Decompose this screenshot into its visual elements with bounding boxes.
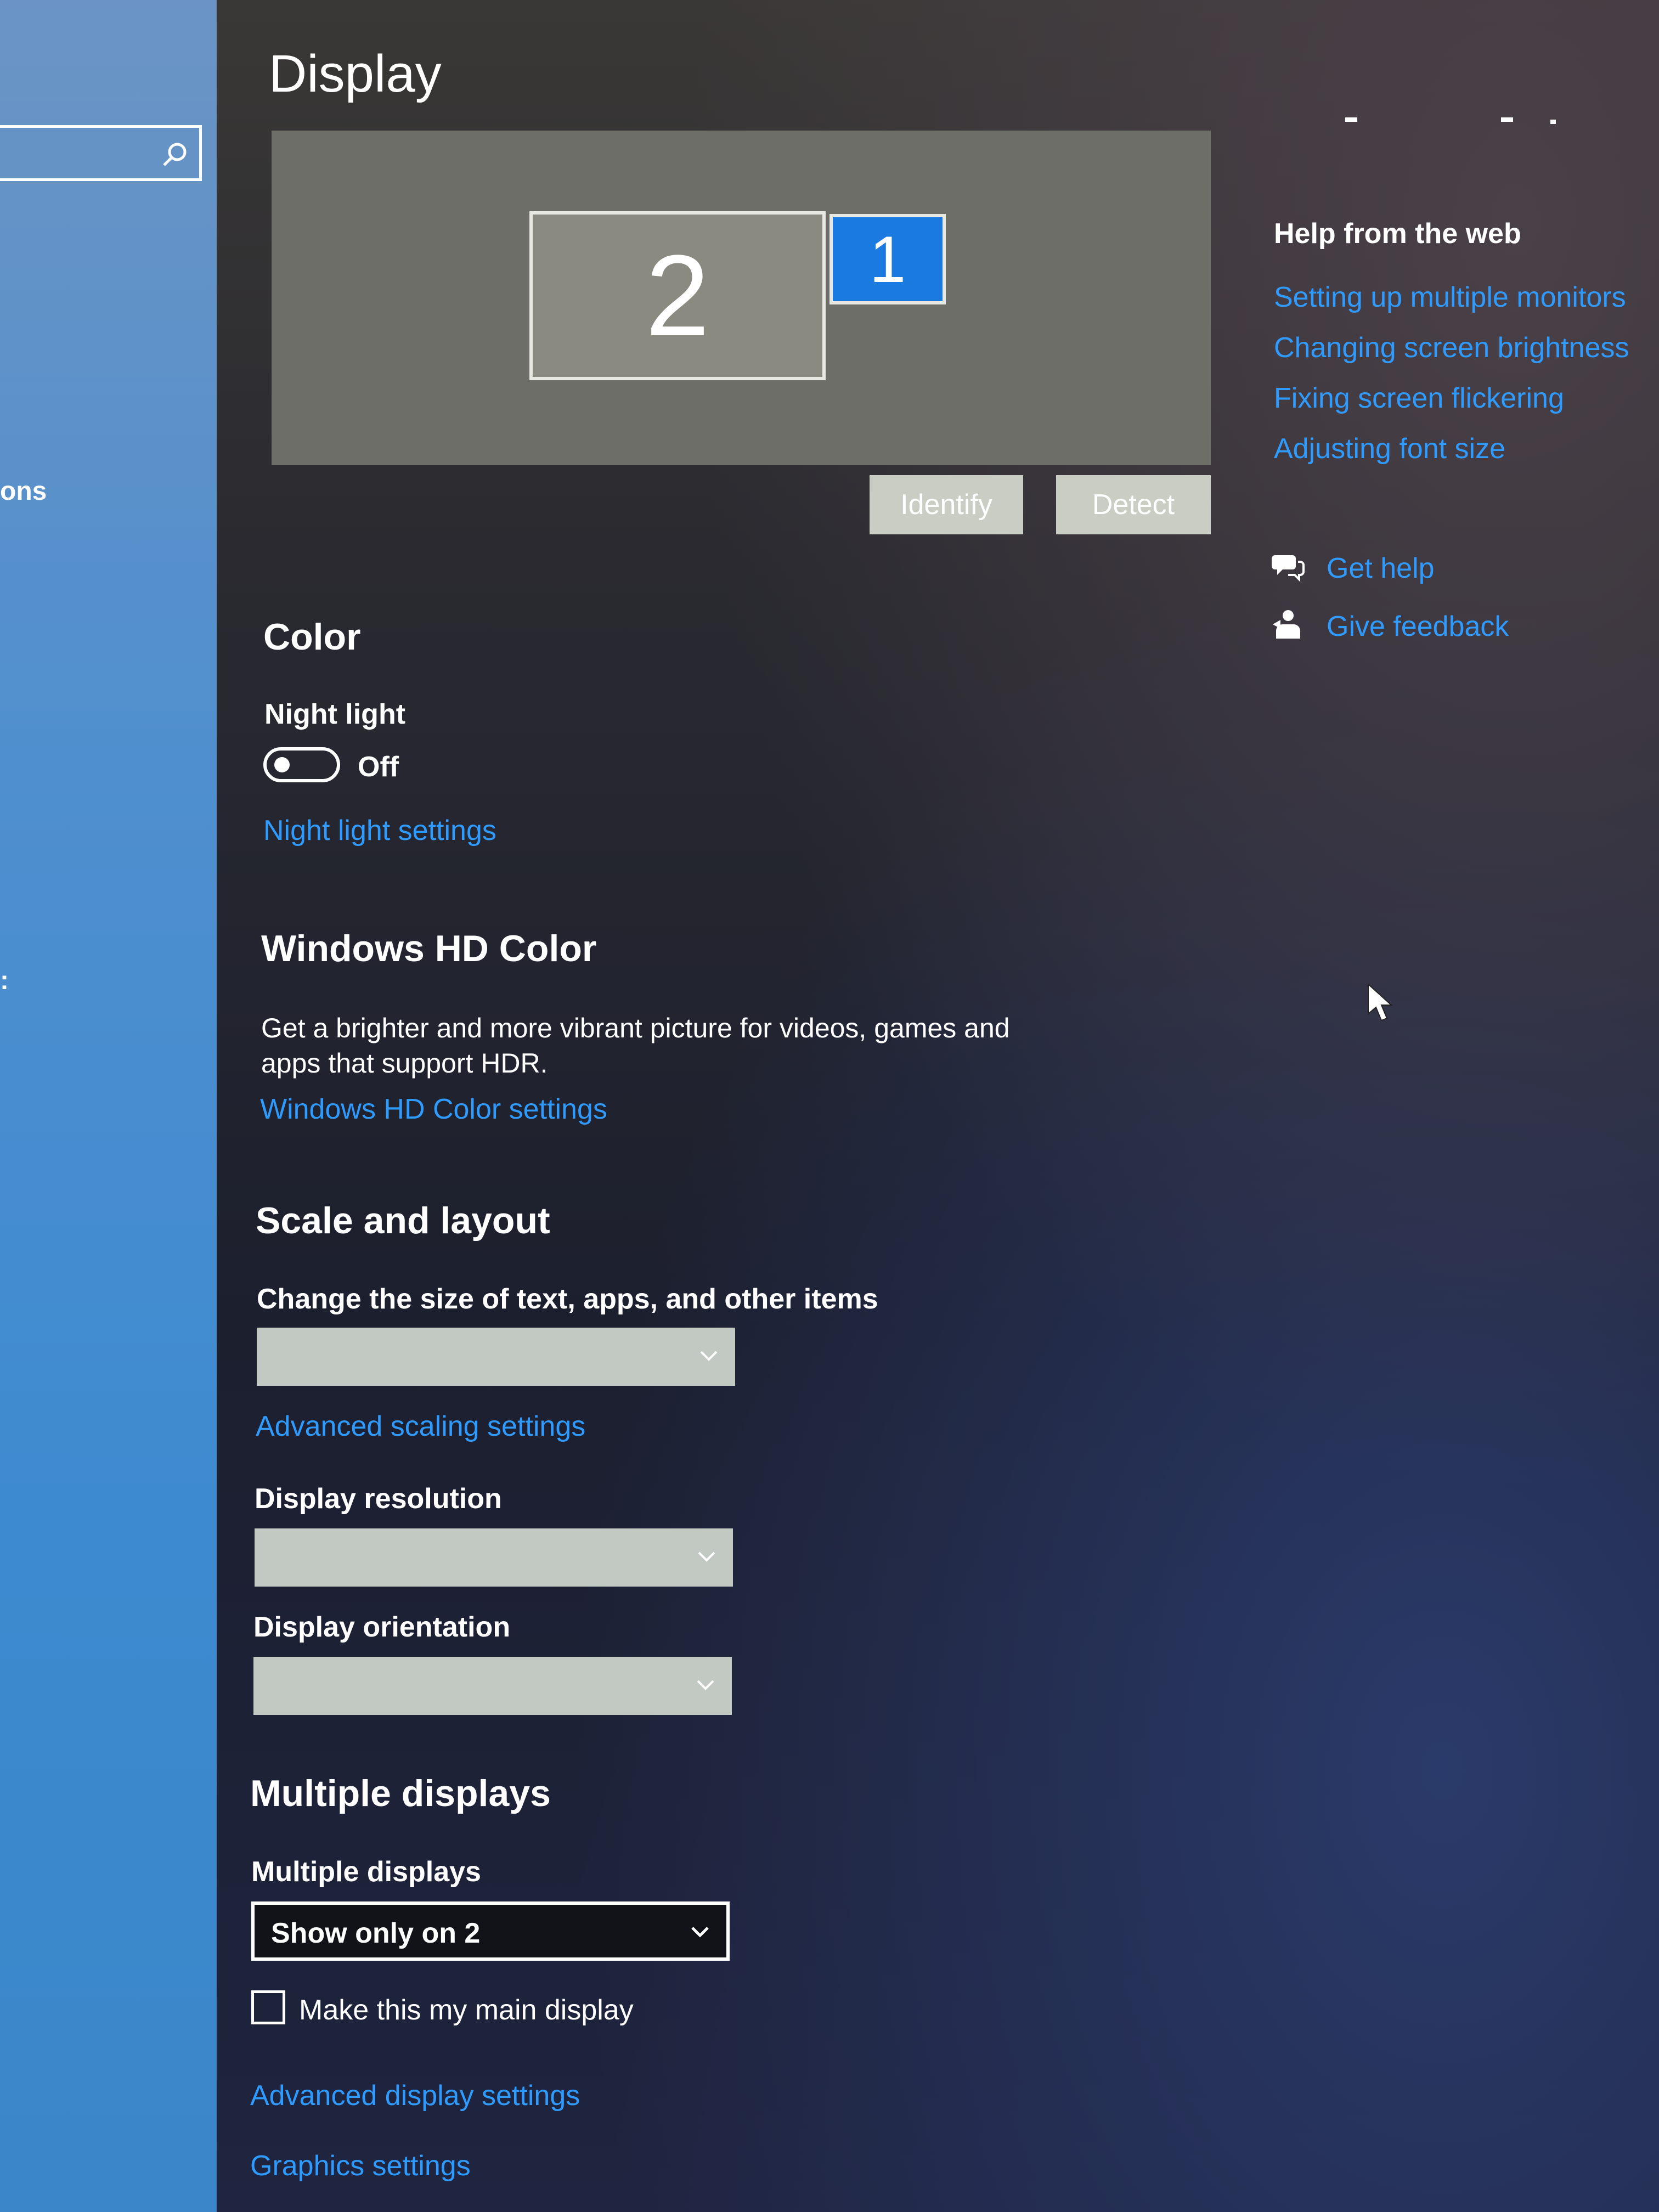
night-light-toggle[interactable] — [263, 747, 340, 782]
toggle-knob — [274, 757, 290, 772]
resolution-dropdown[interactable] — [255, 1528, 733, 1587]
chevron-down-icon — [700, 1351, 718, 1361]
multiple-displays-label: Multiple displays — [251, 1856, 481, 1888]
get-help-link[interactable]: Get help — [1327, 552, 1435, 585]
give-feedback-icon — [1273, 610, 1300, 639]
graphics-settings-link[interactable]: Graphics settings — [250, 2149, 471, 2182]
chevron-down-icon — [697, 1680, 714, 1690]
multiple-displays-heading: Multiple displays — [250, 1773, 551, 1814]
scale-dropdown[interactable] — [257, 1328, 735, 1386]
sidebar: ons : — [0, 0, 230, 2212]
help-link-font-size[interactable]: Adjusting font size — [1274, 432, 1505, 465]
search-input[interactable] — [0, 125, 202, 181]
orientation-label: Display orientation — [253, 1611, 511, 1643]
hdr-description: Get a brighter and more vibrant picture … — [261, 1013, 1010, 1079]
help-link-brightness[interactable]: Changing screen brightness — [1274, 331, 1629, 364]
page-title: Display — [269, 44, 442, 103]
monitor-2-tile[interactable]: 2 — [529, 211, 826, 380]
night-light-label: Night light — [264, 698, 406, 730]
main-display-checkbox[interactable] — [251, 1990, 285, 2024]
chevron-down-icon — [691, 1927, 709, 1938]
color-heading: Color — [263, 616, 361, 658]
detect-button[interactable]: Detect — [1056, 475, 1211, 534]
advanced-display-settings-link[interactable]: Advanced display settings — [250, 2079, 580, 2112]
night-light-state: Off — [358, 751, 399, 783]
hdr-heading: Windows HD Color — [261, 928, 597, 969]
sidebar-item-partial[interactable]: ons — [0, 476, 47, 506]
monitor-1-tile[interactable]: 1 — [830, 214, 946, 304]
size-label: Change the size of text, apps, and other… — [257, 1283, 878, 1315]
scale-heading: Scale and layout — [256, 1200, 550, 1242]
help-link-multiple-monitors[interactable]: Setting up multiple monitors — [1274, 281, 1626, 314]
night-light-settings-link[interactable]: Night light settings — [263, 814, 496, 847]
help-title: Help from the web — [1274, 218, 1521, 250]
give-feedback-link[interactable]: Give feedback — [1327, 610, 1509, 643]
search-icon — [163, 143, 187, 166]
orientation-dropdown[interactable] — [253, 1657, 732, 1715]
mouse-cursor-icon — [1368, 983, 1393, 1022]
dropdown-selected-value: Show only on 2 — [271, 1917, 481, 1949]
chevron-down-icon — [698, 1551, 715, 1562]
window-control-mark — [1550, 120, 1556, 124]
hdr-settings-link[interactable]: Windows HD Color settings — [260, 1093, 607, 1126]
window-control-mark — [1501, 117, 1513, 122]
multiple-displays-dropdown[interactable]: Show only on 2 — [251, 1901, 730, 1961]
resolution-label: Display resolution — [255, 1483, 502, 1515]
sidebar-item-partial-2[interactable]: : — [0, 966, 9, 996]
window-control-mark — [1345, 117, 1357, 122]
main-display-checkbox-label[interactable]: Make this my main display — [299, 1994, 634, 2027]
help-link-flickering[interactable]: Fixing screen flickering — [1274, 382, 1564, 415]
advanced-scaling-link[interactable]: Advanced scaling settings — [256, 1410, 585, 1443]
get-help-icon — [1272, 555, 1305, 582]
identify-button[interactable]: Identify — [870, 475, 1023, 534]
